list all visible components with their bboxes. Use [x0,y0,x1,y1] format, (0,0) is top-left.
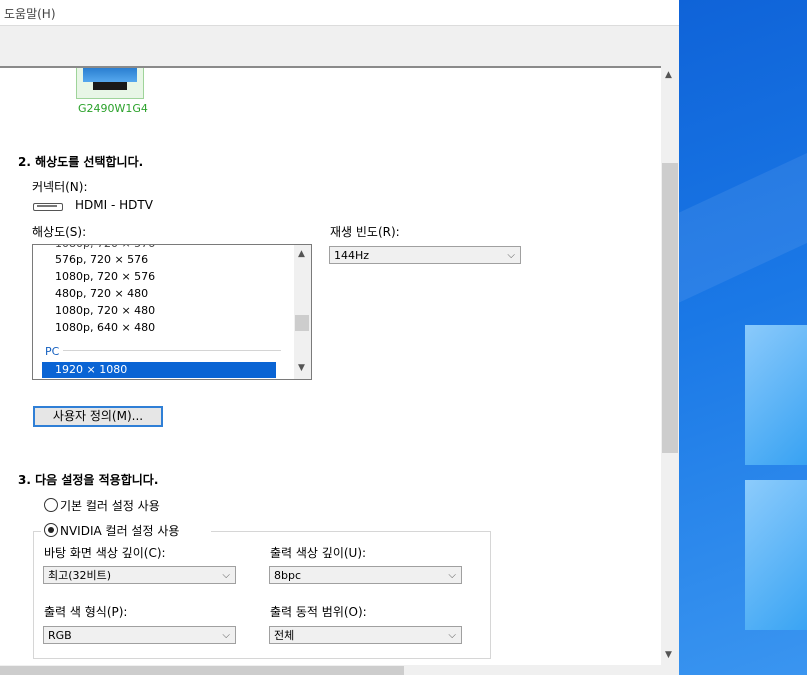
list-item[interactable]: 1080p, 640 × 480 [55,320,155,336]
main-scroll-thumb[interactable] [662,163,678,453]
radio-nvidia-colors[interactable] [44,523,58,537]
listbox-scroll-thumb[interactable] [295,315,309,331]
chevron-down-icon: ⌵ [448,630,456,641]
chevron-up-icon[interactable]: ▲ [298,249,305,259]
chevron-down-icon: ⌵ [222,570,230,581]
chevron-up-icon[interactable]: ▲ [665,70,672,80]
main-vertical-scrollbar[interactable]: ▲ ▼ [661,66,679,665]
resolution-label: 해상도(S): [32,225,87,239]
monitor-stand [93,82,127,90]
monitor-icon[interactable] [76,68,144,99]
refresh-rate-select[interactable]: 144Hz ⌵ [329,246,521,264]
dynamic-range-label: 출력 동적 범위(O): [270,605,367,619]
dynamic-range-select[interactable]: 전체 ⌵ [269,626,462,644]
output-depth-select[interactable]: 8bpc ⌵ [269,566,462,584]
section3-title: 3. 다음 설정을 적용합니다. [18,473,159,487]
list-item[interactable]: 1080p, 720 × 480 [55,303,155,319]
content-panel: G2490W1G4 2. 해상도를 선택합니다. 커넥터(N): HDMI - … [0,68,660,665]
monitor-screen [83,68,137,82]
toolbar [0,26,679,68]
resolution-listbox[interactable]: 1080p, 720 × 576 576p, 720 × 576 1080p, … [32,244,312,380]
list-item[interactable]: 480p, 720 × 480 [55,286,148,302]
chevron-down-icon: ⌵ [222,630,230,641]
connector-label: 커넥터(N): [32,180,88,194]
chevron-down-icon: ⌵ [507,250,515,261]
light-beam [679,133,807,317]
dynamic-range-value: 전체 [274,629,295,642]
listbox-scrollbar[interactable]: ▲ ▼ [294,245,311,379]
desktop-depth-label: 바탕 화면 색상 깊이(C): [44,546,166,560]
chevron-down-icon[interactable]: ▼ [665,650,672,660]
section2-title: 2. 해상도를 선택합니다. [18,155,144,169]
chevron-down-icon: ⌵ [448,570,456,581]
radio-nvidia-label[interactable]: NVIDIA 컬러 설정 사용 [60,522,179,539]
desktop-depth-select[interactable]: 최고(32비트) ⌵ [43,566,236,584]
output-format-select[interactable]: RGB ⌵ [43,626,236,644]
horizontal-scrollbar[interactable] [0,665,679,675]
list-group-pc: PC [45,345,60,358]
list-item[interactable]: 1080p, 720 × 576 [55,269,155,285]
connector-value: HDMI - HDTV [75,198,153,212]
horizontal-scroll-thumb[interactable] [0,666,404,675]
list-item-selected[interactable]: 1920 × 1080 [42,362,276,378]
output-depth-value: 8bpc [274,569,302,582]
hdmi-icon [33,203,63,211]
custom-resolution-button[interactable]: 사용자 정의(M)... [33,406,163,427]
radio-default-colors[interactable] [44,498,58,512]
windows-logo-pane-bottom [745,480,807,630]
menu-help[interactable]: 도움말(H) [4,5,56,22]
monitor-label[interactable]: G2490W1G4 [78,102,148,115]
menu-bar: 도움말(H) [0,0,679,26]
windows-desktop-background [679,0,807,675]
output-format-value: RGB [48,629,72,642]
group-divider [63,350,281,351]
desktop-depth-value: 최고(32비트) [48,569,112,582]
output-depth-label: 출력 색상 깊이(U): [270,546,367,560]
chevron-down-icon[interactable]: ▼ [298,363,305,373]
refresh-label: 재생 빈도(R): [330,225,400,239]
list-item[interactable]: 1080p, 720 × 576 [55,245,155,252]
nvidia-control-panel-window: 도움말(H) G2490W1G4 2. 해상도를 선택합니다. 커넥터(N): … [0,0,679,675]
output-format-label: 출력 색 형식(P): [44,605,128,619]
list-item[interactable]: 576p, 720 × 576 [55,252,148,268]
refresh-rate-value: 144Hz [334,249,370,262]
windows-logo-pane-top [745,325,807,465]
radio-default-label[interactable]: 기본 컬러 설정 사용 [60,497,160,514]
